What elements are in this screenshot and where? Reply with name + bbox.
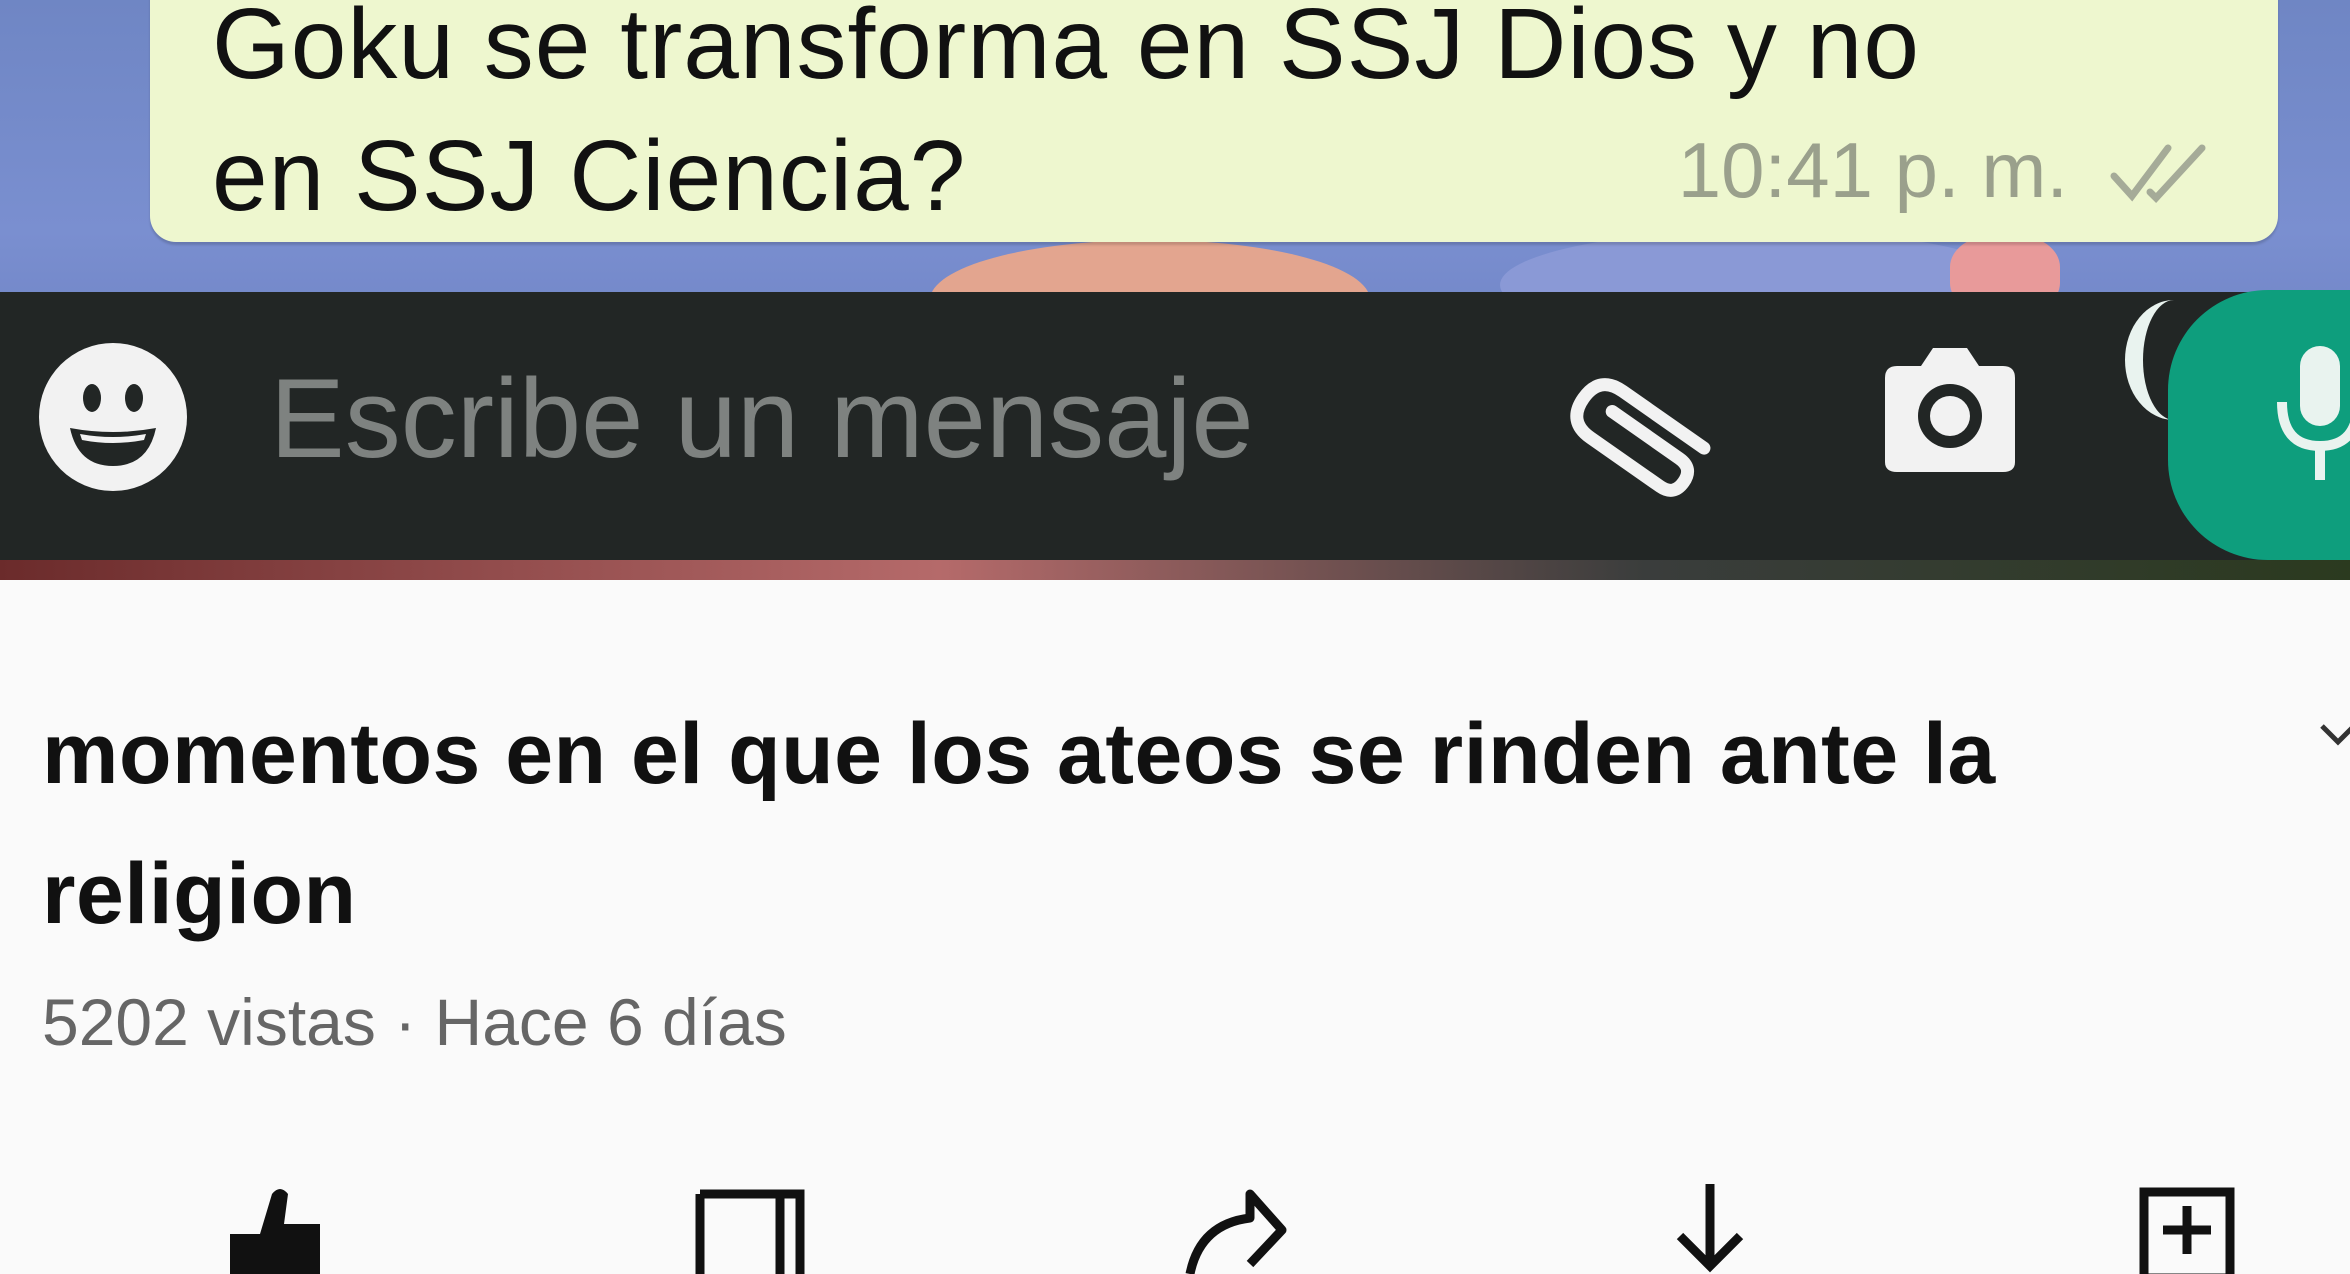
camera-icon[interactable] <box>1875 338 2025 478</box>
upload-age: Hace 6 días <box>434 985 787 1059</box>
paperclip-icon[interactable] <box>1548 340 1718 500</box>
message-bubble[interactable]: Goku se transforma en SSJ Dios y no en S… <box>150 0 2278 242</box>
emoji-icon[interactable] <box>36 340 190 494</box>
chevron-down-icon[interactable] <box>2318 714 2350 754</box>
save-icon[interactable] <box>2130 1174 2250 1274</box>
read-receipt-icon <box>2110 144 2206 204</box>
like-icon[interactable] <box>210 1174 330 1274</box>
video-player[interactable]: Goku se transforma en SSJ Dios y no en S… <box>0 0 2350 580</box>
share-icon[interactable] <box>1170 1174 1290 1274</box>
download-icon[interactable] <box>1650 1174 1770 1274</box>
video-metadata: 5202 vistas · Hace 6 días <box>42 984 787 1060</box>
video-info-panel: momentos en el que los ateos se rinden a… <box>0 584 2350 1274</box>
microphone-icon[interactable] <box>2270 340 2350 490</box>
message-time: 10:41 p. m. <box>1677 126 2068 214</box>
dislike-icon[interactable] <box>690 1174 810 1274</box>
meta-separator: · <box>394 985 417 1059</box>
message-input[interactable] <box>270 348 1470 488</box>
view-count: 5202 vistas <box>42 985 376 1059</box>
video-progress-bar[interactable] <box>0 560 2350 580</box>
video-title[interactable]: momentos en el que los ateos se rinden a… <box>42 684 2242 964</box>
